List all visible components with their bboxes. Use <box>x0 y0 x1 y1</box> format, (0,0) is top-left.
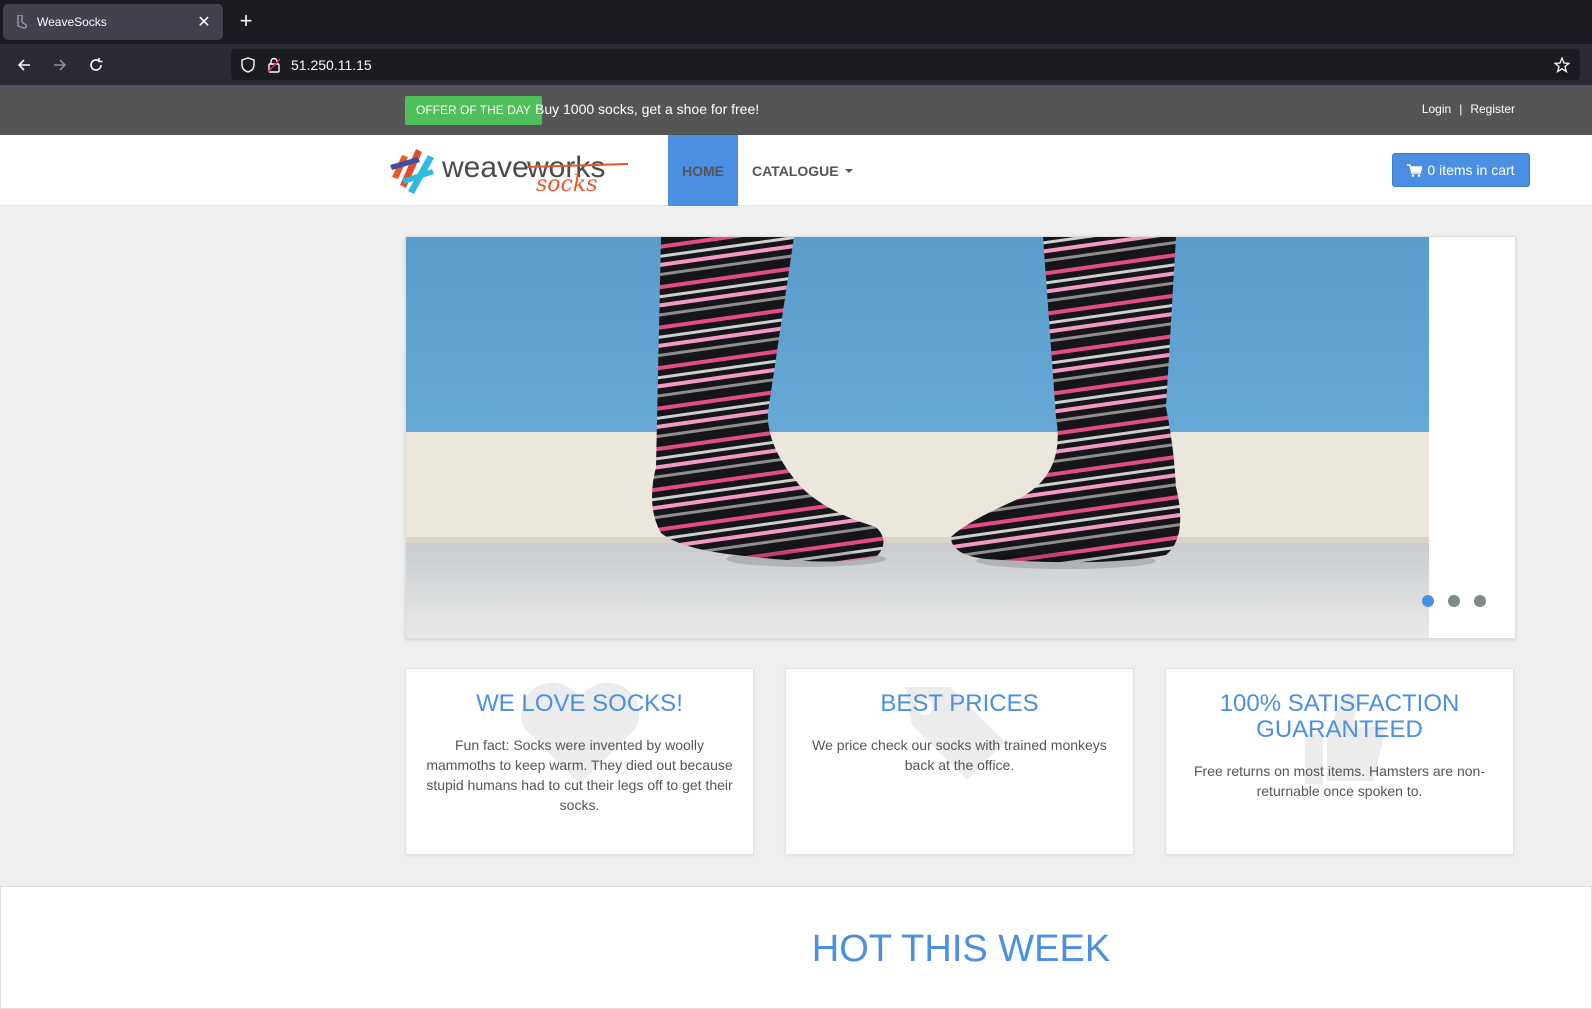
carousel-dot-1[interactable] <box>1422 595 1434 607</box>
browser-tab[interactable]: WeaveSocks ✕ <box>3 4 223 40</box>
logo-word: weave <box>441 151 529 184</box>
account-links: Login | Register <box>1422 102 1515 116</box>
nav-catalogue-label: CATALOGUE <box>752 162 839 179</box>
forward-arrow-icon <box>54 59 67 71</box>
carousel-dot-3[interactable] <box>1474 595 1486 607</box>
caret-down-icon <box>844 168 853 173</box>
url-text: 51.250.11.15 <box>291 56 372 73</box>
offer-text: Buy 1000 socks, get a shoe for free! <box>535 101 760 117</box>
feature-text: Fun fact: Socks were invented by woolly … <box>426 737 733 813</box>
striped-socks-photo <box>406 237 1429 638</box>
feature-box-best-prices: BEST PRICES We price check our socks wit… <box>785 668 1134 855</box>
carousel-dot-2[interactable] <box>1448 595 1460 607</box>
link-separator: | <box>1459 102 1463 116</box>
site-header: weave works socks HOME CATALOGUE 0 items… <box>0 135 1592 206</box>
feature-title: WE LOVE SOCKS! <box>476 690 683 717</box>
cart-label: 0 items in cart <box>1427 162 1515 178</box>
nav-home[interactable]: HOME <box>668 135 738 206</box>
shopping-cart-icon <box>1407 163 1423 177</box>
weaveworks-socks-logo[interactable]: weave works socks <box>388 143 630 197</box>
carousel-indicators <box>1422 595 1500 607</box>
offer-top-bar: OFFER OF THE DAY Buy 1000 socks, get a s… <box>0 85 1592 135</box>
hero-carousel[interactable] <box>405 236 1516 639</box>
browser-toolbar: 51.250.11.15 <box>0 44 1592 85</box>
bookmark-star-icon[interactable] <box>1550 53 1574 77</box>
new-tab-button[interactable]: + <box>234 10 258 34</box>
close-tab-icon[interactable]: ✕ <box>195 12 213 32</box>
feature-title: BEST PRICES <box>880 690 1039 717</box>
hot-this-week-section: HOT THIS WEEK <box>0 886 1592 1009</box>
login-link[interactable]: Login <box>1422 102 1451 116</box>
feature-box-love-socks: WE LOVE SOCKS! Fun fact: Socks were inve… <box>405 668 754 855</box>
back-button[interactable] <box>11 52 37 78</box>
back-arrow-icon <box>17 59 30 71</box>
tab-title: WeaveSocks <box>37 15 107 29</box>
logo-sub-word: socks <box>536 172 597 195</box>
reload-icon <box>90 58 103 71</box>
nav-catalogue-dropdown[interactable]: CATALOGUE <box>752 135 853 206</box>
shield-icon[interactable] <box>239 56 257 74</box>
feature-text: We price check our socks with trained mo… <box>812 737 1107 773</box>
feature-title: 100% SATISFACTION GUARANTEED <box>1219 690 1460 743</box>
browser-tab-bar: WeaveSocks ✕ + <box>0 0 1592 44</box>
forward-button[interactable] <box>47 52 73 78</box>
address-bar[interactable]: 51.250.11.15 <box>231 49 1580 80</box>
insecure-lock-icon[interactable] <box>265 56 283 74</box>
sock-favicon-icon <box>13 14 29 30</box>
register-link[interactable]: Register <box>1470 102 1515 116</box>
feature-box-satisfaction: 100% SATISFACTION GUARANTEED Free return… <box>1165 668 1514 855</box>
section-heading: HOT THIS WEEK <box>811 928 1111 970</box>
reload-button[interactable] <box>83 52 109 78</box>
offer-of-the-day-badge[interactable]: OFFER OF THE DAY <box>405 96 542 125</box>
feature-text: Free returns on most items. Hamsters are… <box>1194 763 1485 799</box>
cart-button[interactable]: 0 items in cart <box>1392 153 1530 187</box>
